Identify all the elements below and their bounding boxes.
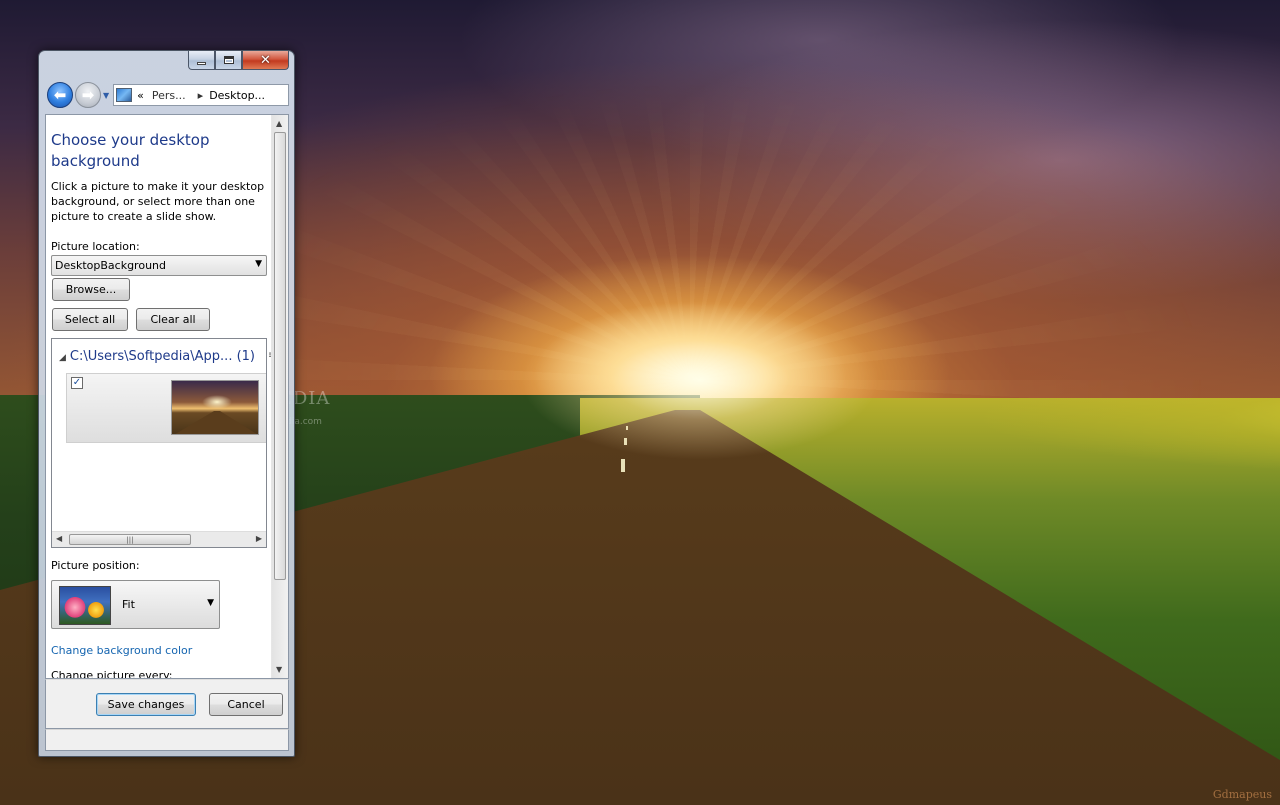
collapse-triangle-icon[interactable]: ◢ — [59, 353, 66, 363]
browse-button[interactable]: Browse... — [52, 278, 130, 301]
desktop-background-window: ✕ ⬅ ➡ ▼ « Pers... ▸ Desktop... Choose yo… — [38, 50, 295, 757]
close-button[interactable]: ✕ — [242, 51, 289, 70]
maximize-icon — [223, 56, 234, 64]
picture-group-header[interactable]: ◢ C:\Users\Softpedia\App... (1) — [59, 349, 255, 364]
change-background-color-link[interactable]: Change background color — [51, 644, 192, 657]
scroll-grip-icon: ||| — [126, 535, 134, 544]
dropdown-arrow-icon: ▼ — [255, 259, 262, 269]
thumbnail-checkbox[interactable]: ✓ — [71, 377, 83, 389]
picture-position-preview — [59, 586, 111, 625]
back-arrow-icon: ⬅ — [53, 86, 67, 104]
close-icon: ✕ — [260, 52, 271, 68]
caption-buttons: ✕ — [188, 51, 289, 70]
checkmark-icon: ✓ — [72, 377, 82, 388]
picture-list-horizontal-scrollbar[interactable]: ◀ ||| ▶ — [52, 531, 266, 547]
scroll-up-arrow-icon[interactable]: ▲ — [276, 119, 282, 128]
picture-thumbnail-item[interactable]: ✓ — [66, 373, 266, 443]
change-picture-every-label: Change picture every: — [51, 669, 173, 679]
thumbnail-image[interactable] — [171, 380, 259, 435]
navigation-bar: ⬅ ➡ ▼ « Pers... ▸ Desktop... — [47, 81, 289, 109]
recent-pages-chevron-icon[interactable]: ▼ — [103, 91, 109, 100]
content-vertical-scrollbar[interactable]: ▲ ▼ — [271, 115, 288, 678]
road-lane-marking — [621, 459, 625, 472]
control-panel-icon — [116, 88, 133, 102]
cancel-button[interactable]: Cancel — [209, 693, 283, 716]
dialog-footer: Save changes Cancel — [45, 679, 289, 729]
picture-list[interactable]: ◢ C:\Users\Softpedia\App... (1) ✓ ◀ ||| ▶ — [51, 338, 267, 548]
status-bar — [45, 729, 289, 751]
horizontal-scroll-thumb[interactable]: ||| — [69, 534, 191, 545]
address-bar[interactable]: « Pers... ▸ Desktop... — [113, 84, 289, 106]
breadcrumb-desktop-background[interactable]: Desktop... — [209, 89, 265, 102]
address-overflow-chevron[interactable]: « — [137, 89, 144, 102]
picture-position-label: Picture position: — [51, 559, 140, 572]
forward-arrow-icon: ➡ — [81, 86, 95, 104]
picture-position-value: Fit — [122, 598, 135, 611]
picture-position-dropdown[interactable]: Fit ▼ — [51, 580, 220, 629]
scroll-down-arrow-icon[interactable]: ▼ — [276, 665, 282, 674]
picture-location-label: Picture location: — [51, 240, 140, 253]
artist-signature: Gdmapeus — [1212, 788, 1272, 801]
forward-button[interactable]: ➡ — [75, 82, 101, 108]
page-title: Choose your desktop background — [51, 131, 210, 170]
scroll-left-arrow-icon[interactable]: ◀ — [56, 534, 62, 543]
maximize-button[interactable] — [215, 51, 242, 70]
content-pane: Choose your desktop background Click a p… — [45, 114, 289, 679]
wallpaper-sun-glow — [520, 300, 880, 460]
back-button[interactable]: ⬅ — [47, 82, 73, 108]
breadcrumb-separator-icon[interactable]: ▸ — [198, 89, 204, 102]
breadcrumb-personalization[interactable]: Pers... — [152, 89, 186, 102]
picture-location-dropdown[interactable]: DesktopBackground ▼ — [51, 255, 267, 276]
minimize-button[interactable] — [188, 51, 215, 70]
picture-location-value: DesktopBackground — [55, 259, 166, 272]
minimize-icon — [197, 61, 206, 65]
dropdown-arrow-icon: ▼ — [207, 598, 214, 608]
picture-group-path: C:\Users\Softpedia\App... (1) — [69, 349, 255, 364]
select-all-button[interactable]: Select all — [52, 308, 128, 331]
thumbnail-sun — [202, 395, 232, 409]
page-description: Click a picture to make it your desktop … — [51, 180, 265, 223]
scroll-right-arrow-icon[interactable]: ▶ — [256, 534, 262, 543]
vertical-scroll-thumb[interactable] — [274, 132, 286, 580]
clear-all-button[interactable]: Clear all — [136, 308, 210, 331]
save-changes-button[interactable]: Save changes — [96, 693, 196, 716]
